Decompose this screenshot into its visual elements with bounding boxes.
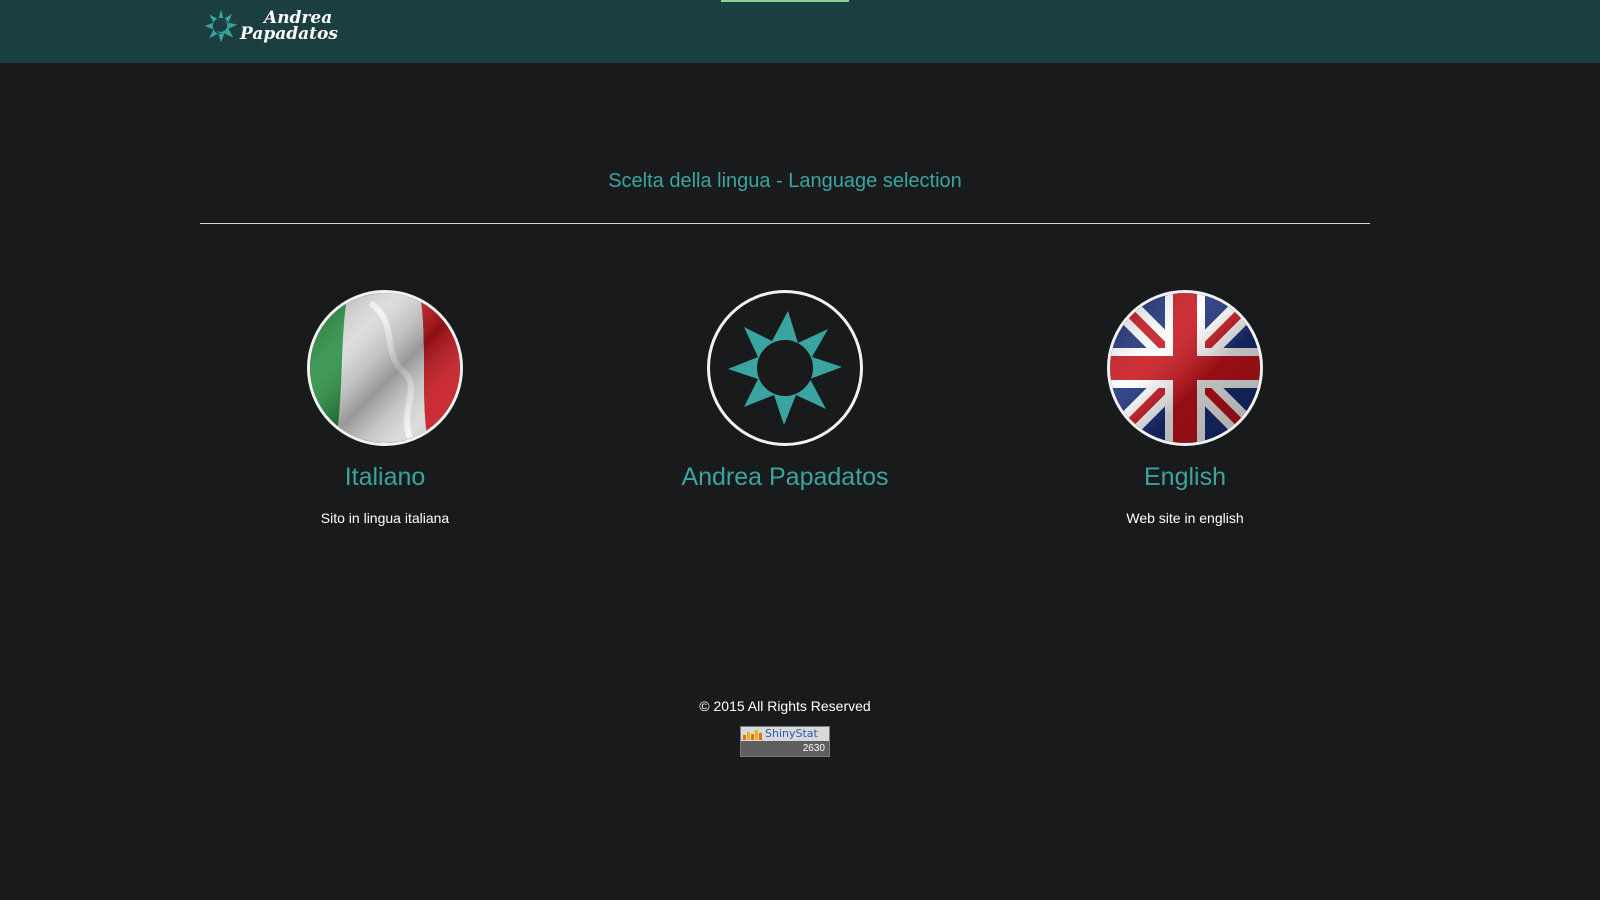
counter-brand: ShinyStat [765, 727, 818, 740]
counter-value: 2630 [802, 743, 825, 754]
site-header: Andrea Papadatos [0, 0, 1600, 63]
option-label[interactable]: Andrea Papadatos [635, 463, 935, 492]
brand-logo-link[interactable] [707, 290, 863, 446]
brand-option[interactable]: Andrea Papadatos [635, 290, 935, 492]
english-flag-link[interactable] [1107, 290, 1263, 446]
option-subtitle: Sito in lingua italiana [320, 510, 450, 526]
option-label[interactable]: English [1035, 463, 1335, 492]
uk-flag-icon [1110, 293, 1260, 443]
language-option-italian[interactable]: Italiano Sito in lingua italiana [235, 290, 535, 526]
italian-flag-link[interactable] [307, 290, 463, 446]
page-title: Scelta della lingua - Language selection [608, 170, 962, 192]
logo-wordmark: Andrea Papadatos [240, 10, 338, 44]
logo-line-2: Papadatos [240, 24, 338, 44]
bar-chart-icon [743, 729, 762, 740]
title-divider [200, 223, 1370, 224]
italy-flag-icon [310, 293, 460, 443]
language-option-english[interactable]: English Web site in english [1035, 290, 1335, 526]
site-logo[interactable]: Andrea Papadatos [204, 4, 338, 48]
option-label[interactable]: Italiano [235, 463, 535, 492]
header-accent-bar [721, 0, 849, 2]
sun-moon-logo-icon [728, 311, 842, 425]
sun-moon-logo-icon [204, 9, 238, 43]
shinystat-counter[interactable]: ShinyStat 2630 [740, 726, 830, 757]
copyright-text: © 2015 All Rights Reserved [699, 698, 871, 714]
option-subtitle: Web site in english [1126, 510, 1244, 526]
counter-header: ShinyStat [741, 727, 829, 741]
